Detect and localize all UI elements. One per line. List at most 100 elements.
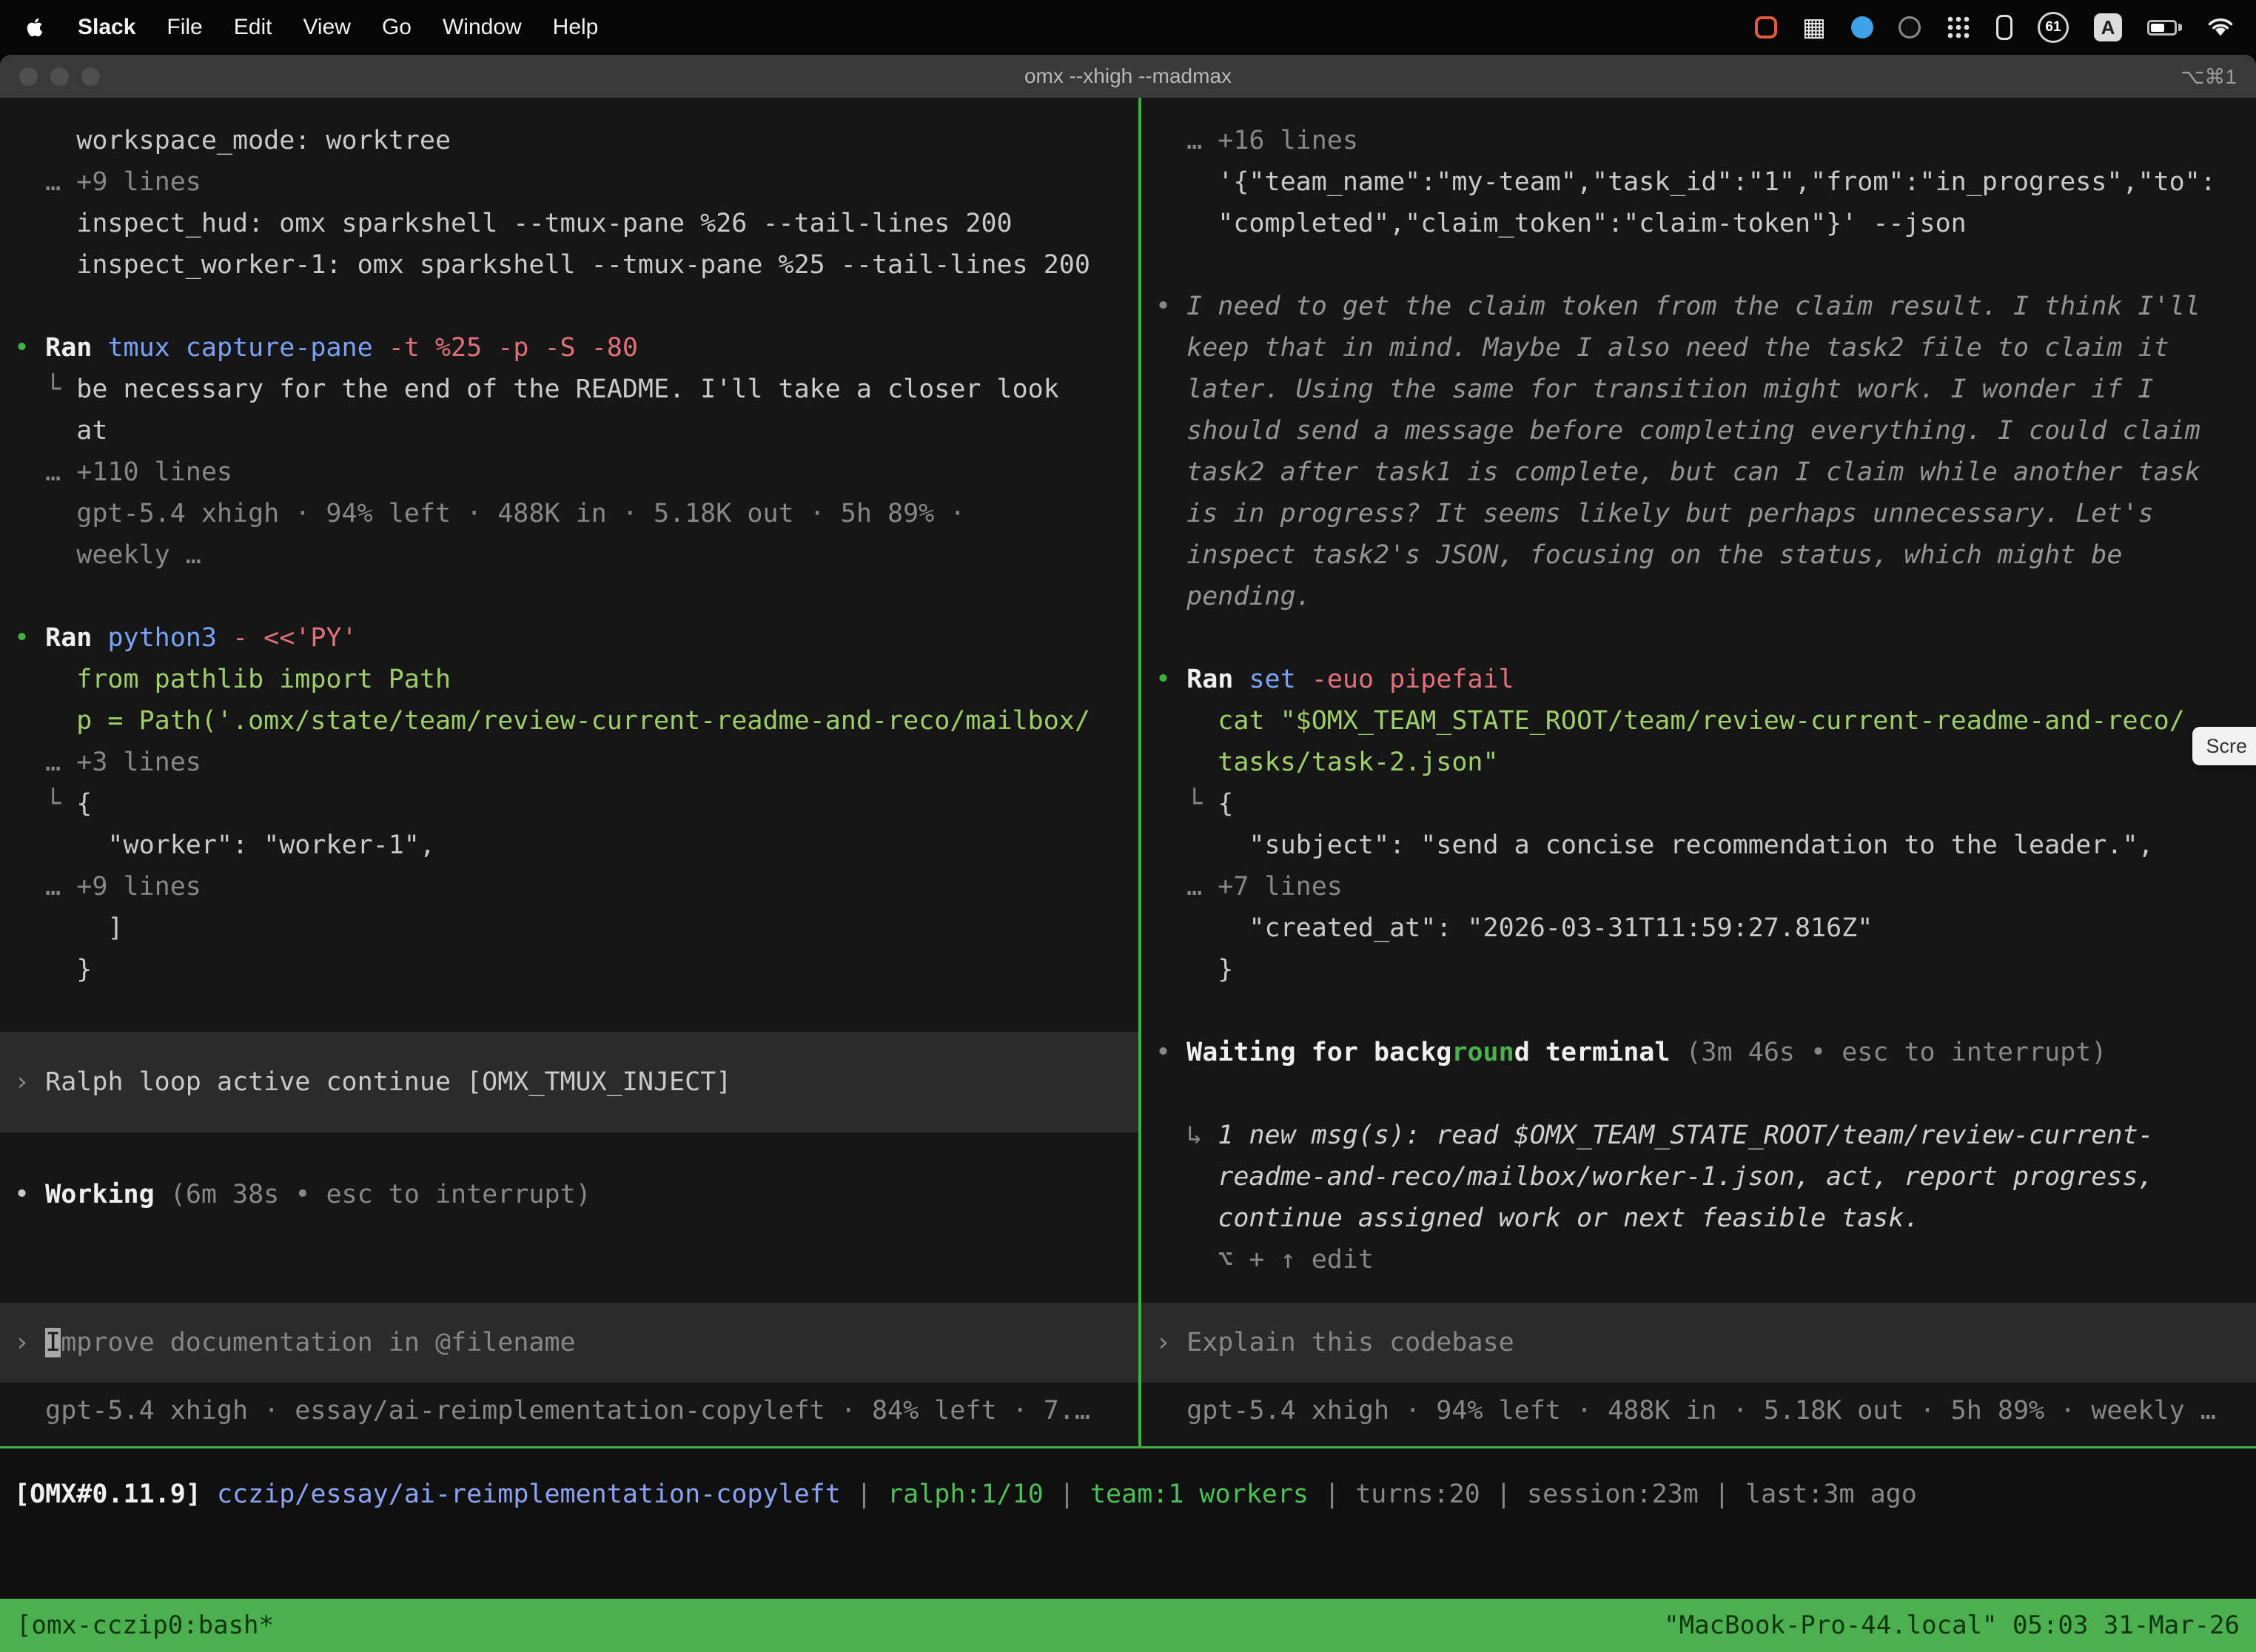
blue-app-icon[interactable] <box>1851 16 1873 38</box>
menu-item-edit[interactable]: Edit <box>218 15 288 40</box>
text-segment: … +9 lines <box>14 872 201 901</box>
text-segment: Ran <box>45 623 107 653</box>
title-bar[interactable]: omx --xhigh --madmax ⌥⌘1 <box>0 55 2256 98</box>
text-segment: inspect_worker-1: omx sparkshell --tmux-… <box>14 250 1090 280</box>
ralph-loop-banner[interactable]: › Ralph loop active continue [OMX_TMUX_I… <box>0 1032 1138 1132</box>
text-segment: } <box>1155 955 1233 984</box>
text-segment: Ran <box>1186 665 1249 694</box>
prompt-input-right[interactable]: › Explain this codebase <box>1141 1303 2256 1383</box>
ran-tmux-command: • Ran tmux capture-pane -t %25 -p -S -80 <box>0 327 1138 369</box>
input-source-icon[interactable]: A <box>2094 13 2122 41</box>
text-segment: -t %25 -p -S -80 <box>373 333 638 363</box>
text-segment: • <box>1155 1038 1186 1067</box>
window-shortcut-hint: ⌥⌘1 <box>2181 64 2256 89</box>
terminal-line: from pathlib import Path <box>0 659 1138 700</box>
tmux-pane-right[interactable]: … +16 lines '{"team_name":"my-team","tas… <box>1141 98 2256 1446</box>
menu-item-view[interactable]: View <box>287 15 366 40</box>
apple-menu-icon[interactable] <box>27 17 43 38</box>
text-segment: d terminal <box>1514 1038 1671 1067</box>
text-segment: "worker": "worker-1", <box>14 830 435 860</box>
terminal-line: └ be necessary for the end of the README… <box>0 369 1138 410</box>
text-segment: { <box>1218 789 1233 819</box>
terminal-line: } <box>0 949 1138 990</box>
menu-item-file[interactable]: File <box>151 15 218 40</box>
status-segment: session:23m <box>1527 1480 1699 1509</box>
menu-item-slack[interactable]: Slack <box>62 15 151 40</box>
blank-line <box>0 286 1138 327</box>
terminal-line: gpt-5.4 xhigh · 94% left · 488K in · 5.1… <box>0 493 1138 534</box>
terminal-line: should send a message before completing … <box>1141 410 2256 451</box>
text-segment: is in progress? It seems likely but perh… <box>1155 499 2154 528</box>
terminal-line: … +3 lines <box>0 742 1138 783</box>
dark-app-icon[interactable] <box>1899 16 1921 38</box>
terminal-line: readme-and-reco/mailbox/worker-1.json, a… <box>1141 1156 2256 1198</box>
text-segment: • <box>14 1180 45 1209</box>
percent-badge-icon[interactable]: 61 <box>2038 12 2069 43</box>
battery-icon[interactable] <box>2147 20 2182 36</box>
pane-bottom-group: › Improve documentation in @filename gpt… <box>0 1303 1138 1446</box>
terminal-window: omx --xhigh --madmax ⌥⌘1 workspace_mode:… <box>0 55 2256 1652</box>
terminal-line: … +16 lines <box>1141 120 2256 161</box>
left-footer-status: gpt-5.4 xhigh · essay/ai-reimplementatio… <box>0 1390 1138 1431</box>
menu-item-help[interactable]: Help <box>537 15 614 40</box>
text-segment: gpt-5.4 xhigh · essay/ai-reimplementatio… <box>14 1396 1090 1426</box>
text-segment: workspace_mode: worktree <box>14 126 451 155</box>
status-segment: ralph:1/10 <box>887 1480 1044 1509</box>
prompt-input-left[interactable]: › Improve documentation in @filename <box>0 1303 1138 1383</box>
ghost-app-icon[interactable] <box>1996 15 2012 40</box>
text-segment: └ <box>14 375 76 404</box>
prompt-text: › Explain this codebase <box>1141 1322 2256 1363</box>
status-segment: | <box>1309 1480 1355 1509</box>
text-segment: • <box>1155 292 1186 321</box>
ran-python-command: • Ran python3 - <<'PY' <box>0 617 1138 659</box>
text-segment: continue assigned work or next feasible … <box>1155 1203 1920 1233</box>
text-segment: … +7 lines <box>1155 872 1343 901</box>
text-segment: -euo pipefail <box>1296 665 1514 694</box>
terminal-line: pending. <box>1141 576 2256 617</box>
blank-line <box>1141 244 2256 286</box>
text-segment: - <<'PY' <box>217 623 357 653</box>
tmux-host-clock: "MacBook-Pro-44.local" 05:03 31-Mar-26 <box>1664 1611 2240 1640</box>
text-segment: tmux capture-pane <box>107 333 372 363</box>
text-segment: inspect_hud: omx sparkshell --tmux-pane … <box>14 209 1013 238</box>
terminal-line: └ { <box>1141 783 2256 825</box>
terminal-line: '{"team_name":"my-team","task_id":"1","f… <box>1141 161 2256 203</box>
close-button[interactable] <box>19 67 38 86</box>
text-segment: gpt-5.4 xhigh · 94% left · 488K in · 5.1… <box>1155 1396 2216 1426</box>
text-segment: … +9 lines <box>14 167 201 197</box>
thinking-text: • I need to get the claim token from the… <box>1141 286 2256 327</box>
text-segment: at <box>14 416 107 446</box>
text-segment: { <box>76 789 92 819</box>
wifi-icon[interactable] <box>2207 17 2234 38</box>
launchpad-dots-icon[interactable] <box>1946 15 1971 40</box>
text-segment: set <box>1249 665 1295 694</box>
minimize-button[interactable] <box>50 67 69 86</box>
zoom-button[interactable] <box>81 67 100 86</box>
terminal-line: └ { <box>0 783 1138 825</box>
text-segment: ↳ <box>1155 1121 1218 1150</box>
text-segment: keep that in mind. Maybe I also need the… <box>1155 333 2169 363</box>
text-segment: p = Path('.omx/state/team/review-current… <box>14 706 1090 736</box>
menu-item-go[interactable]: Go <box>366 15 427 40</box>
screen: SlackFileEditViewGoWindowHelp ▦ 61 A omx -… <box>0 0 2256 1652</box>
window-title: omx --xhigh --madmax <box>0 64 2256 88</box>
working-status: • Working (6m 38s • esc to interrupt) <box>0 1174 1138 1215</box>
menu-item-window[interactable]: Window <box>427 15 537 40</box>
terminal-line: weekly … <box>0 534 1138 576</box>
text-segment: I need to get the claim token from the c… <box>1186 292 2200 321</box>
menu-left: SlackFileEditViewGoWindowHelp <box>22 15 614 40</box>
tmux-pane-bottom[interactable]: [OMX#0.11.9] cczip/essay/ai-reimplementa… <box>0 1448 2256 1599</box>
grid-app-icon[interactable]: ▦ <box>1802 15 1826 40</box>
tmux-pane-left[interactable]: workspace_mode: worktree … +9 lines insp… <box>0 98 1138 1446</box>
terminal-line: continue assigned work or next feasible … <box>1141 1198 2256 1239</box>
text-segment: Waiting for backg <box>1186 1038 1451 1067</box>
text-segment: 1 new msg(s): read $OMX_TEAM_STATE_ROOT/… <box>1218 1121 2153 1150</box>
blank-line <box>0 576 1138 617</box>
screenshot-overlay-button[interactable]: Scre <box>2192 727 2256 765</box>
terminal-line: … +9 lines <box>0 866 1138 907</box>
text-segment: › <box>1155 1328 1186 1357</box>
screen-recording-icon[interactable] <box>1755 16 1777 38</box>
terminal-line: tasks/task-2.json" <box>1141 742 2256 783</box>
text-segment: ⌥ + ↑ edit <box>1155 1245 1374 1275</box>
status-segment: turns:20 <box>1355 1480 1480 1509</box>
